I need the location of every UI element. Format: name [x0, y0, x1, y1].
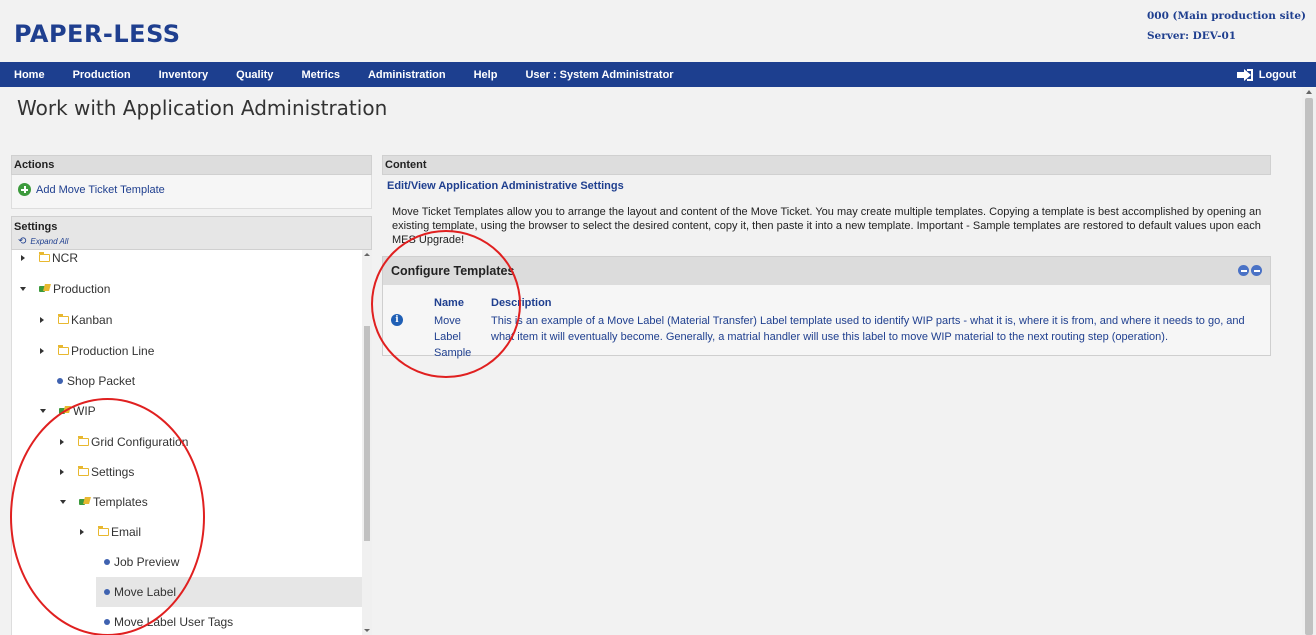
tree-item-label: Production Line: [71, 344, 155, 358]
scroll-thumb[interactable]: [364, 326, 370, 541]
expand-all-button[interactable]: ⟲ Expand All: [18, 236, 68, 247]
actions-header: Actions: [11, 155, 372, 175]
template-description: This is an example of a Move Label (Mate…: [491, 315, 1245, 343]
tree-item-label: Job Preview: [114, 555, 180, 569]
add-template-label: Add Move Ticket Template: [36, 183, 165, 196]
tree-item-email[interactable]: Email: [80, 517, 141, 547]
main-nav: Home Production Inventory Quality Metric…: [0, 62, 1316, 87]
tree-item-label: NCR: [52, 251, 78, 265]
settings-tree: NCR Production Kanban Production Line Sh…: [11, 250, 362, 635]
scroll-thumb[interactable]: [1305, 98, 1313, 635]
nav-production[interactable]: Production: [59, 69, 131, 81]
tree-item-label: Kanban: [71, 313, 113, 327]
tree-item-move-label-user-tags[interactable]: Move Label User Tags: [96, 607, 362, 635]
expand-caret-icon[interactable]: [80, 529, 84, 535]
logout-icon: [1236, 68, 1253, 81]
tree-item-label: Templates: [93, 495, 148, 509]
tree-item-label: Settings: [91, 465, 135, 479]
folder-icon: [57, 345, 69, 355]
tree-item-label: WIP: [73, 404, 96, 418]
add-template-button[interactable]: Add Move Ticket Template: [18, 183, 165, 196]
bullet-icon: [57, 378, 63, 384]
scroll-down-icon[interactable]: [364, 629, 370, 632]
configure-templates-title: Configure Templates: [391, 264, 515, 278]
actions-panel: Add Move Ticket Template: [11, 175, 372, 209]
expand-caret-icon[interactable]: [60, 469, 64, 475]
content-description: Move Ticket Templates allow you to arran…: [392, 206, 1262, 246]
nav-inventory[interactable]: Inventory: [145, 69, 209, 81]
expand-caret-icon[interactable]: [40, 348, 44, 354]
configure-templates-panel: Configure Templates Name Description i M…: [382, 256, 1271, 359]
folder-icon: [97, 526, 109, 536]
tree-item-kanban[interactable]: Kanban: [40, 305, 112, 335]
settings-title: Settings: [14, 221, 58, 233]
nav-administration[interactable]: Administration: [354, 69, 446, 81]
tree-item-label: Grid Configuration: [91, 435, 189, 449]
expand-caret-icon[interactable]: [21, 255, 25, 261]
site-info: 000 (Main production site) Server: DEV-0…: [1147, 6, 1306, 46]
minimize-icon[interactable]: [1251, 265, 1262, 276]
info-icon[interactable]: i: [391, 314, 403, 326]
app-page: PAPER-LESS 000 (Main production site) Se…: [0, 0, 1316, 635]
add-icon: [18, 183, 31, 196]
tree-item-label: Email: [111, 525, 142, 539]
collapse-caret-icon[interactable]: [40, 409, 46, 413]
tree-item-templates[interactable]: Templates: [60, 487, 148, 517]
folder-icon: [57, 314, 69, 324]
open-folder-icon: [39, 284, 51, 294]
template-name-link[interactable]: Move Label Sample: [434, 313, 486, 361]
tree-item-ncr[interactable]: NCR: [21, 250, 78, 273]
tree-item-job-preview[interactable]: Job Preview: [96, 547, 362, 577]
logout-button[interactable]: Logout: [1236, 62, 1296, 87]
app-logo[interactable]: PAPER-LESS: [14, 20, 181, 48]
nav-home[interactable]: Home: [0, 69, 45, 81]
logout-label: Logout: [1258, 68, 1296, 81]
panel-controls: [1236, 265, 1262, 276]
column-header-description: Description: [491, 297, 552, 309]
tree-item-label: Move Label User Tags: [114, 615, 234, 629]
scroll-up-icon[interactable]: [364, 253, 370, 256]
app-header: PAPER-LESS 000 (Main production site) Se…: [0, 0, 1316, 60]
scroll-up-icon[interactable]: [1306, 90, 1312, 94]
collapse-caret-icon[interactable]: [20, 287, 26, 291]
configure-templates-header: Configure Templates: [383, 257, 1270, 285]
nav-metrics[interactable]: Metrics: [287, 69, 340, 81]
nav-quality[interactable]: Quality: [222, 69, 273, 81]
column-header-name: Name: [434, 297, 464, 309]
collapse-caret-icon[interactable]: [60, 500, 66, 504]
page-scrollbar[interactable]: [1302, 88, 1316, 635]
server-label: Server: DEV-01: [1146, 30, 1237, 42]
open-folder-icon: [59, 406, 71, 416]
bullet-icon: [104, 559, 110, 565]
tree-item-label: Move Label: [114, 585, 177, 599]
nav-help[interactable]: Help: [460, 69, 498, 81]
content-header: Content: [382, 155, 1271, 175]
folder-icon: [77, 436, 89, 446]
tree-item-settings[interactable]: Settings: [60, 457, 134, 487]
tree-item-label: Production: [53, 282, 111, 296]
bullet-icon: [104, 619, 110, 625]
collapse-icon[interactable]: [1238, 265, 1249, 276]
expand-caret-icon[interactable]: [60, 439, 64, 445]
tree-item-production-line[interactable]: Production Line: [40, 336, 154, 366]
tree-item-grid-configuration[interactable]: Grid Configuration: [60, 427, 188, 457]
expand-caret-icon[interactable]: [40, 317, 44, 323]
tree-item-shop-packet[interactable]: Shop Packet: [57, 366, 135, 396]
site-label: 000 (Main production site): [1146, 10, 1306, 22]
settings-header: Settings ⟲ Expand All: [11, 216, 372, 250]
tree-item-label: Shop Packet: [67, 374, 136, 388]
edit-settings-link[interactable]: Edit/View Application Administrative Set…: [387, 180, 624, 192]
tree-item-move-label[interactable]: Move Label: [96, 577, 362, 607]
folder-icon: [77, 466, 89, 476]
tree-scrollbar[interactable]: [362, 250, 372, 635]
tree-item-production[interactable]: Production: [20, 274, 110, 304]
open-folder-icon: [79, 497, 91, 507]
folder-icon: [38, 252, 50, 262]
tree-item-wip[interactable]: WIP: [40, 396, 96, 426]
page-title: Work with Application Administration: [17, 96, 388, 120]
expand-all-label: Expand All: [30, 237, 69, 246]
expand-icon: ⟲: [18, 236, 27, 247]
bullet-icon: [104, 589, 110, 595]
nav-user[interactable]: User : System Administrator: [511, 69, 673, 81]
